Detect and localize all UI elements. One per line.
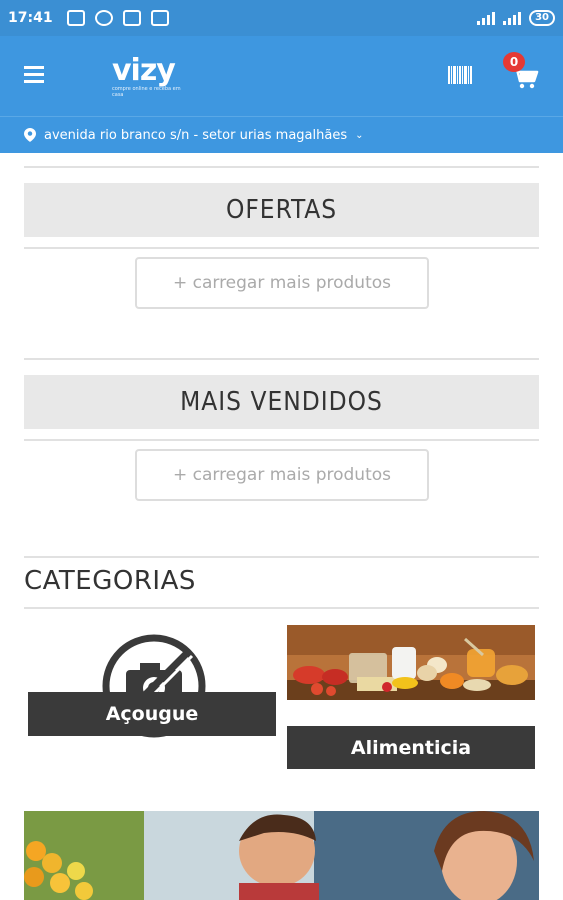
status-notification-icons	[66, 10, 169, 26]
hamburger-icon	[24, 66, 44, 69]
promo-banner-image[interactable]	[24, 811, 539, 900]
cart-count-badge: 0	[503, 52, 525, 72]
divider	[24, 247, 539, 249]
app-logo[interactable]: vizy compre online e receba em casa	[112, 56, 192, 100]
whatsapp-icon	[94, 10, 113, 26]
load-more-mais-vendidos-button[interactable]: + carregar mais produtos	[135, 449, 429, 501]
divider	[24, 166, 539, 168]
image-icon	[150, 10, 169, 26]
status-system-icons: 30	[477, 10, 555, 26]
app-bar: vizy compre online e receba em casa	[0, 36, 563, 116]
hamburger-line	[24, 73, 44, 76]
logo-text: vizy	[112, 53, 176, 88]
divider	[24, 556, 539, 558]
logo-tagline: compre online e receba em casa	[112, 86, 181, 98]
signal-icon	[477, 11, 496, 25]
status-time: 17:41	[8, 10, 53, 26]
notification-icon	[66, 10, 85, 26]
categories-title: CATEGORIAS	[24, 566, 196, 596]
barcode-scan-button[interactable]	[448, 66, 472, 84]
hamburger-line	[24, 80, 44, 83]
status-bar: 17:41 30	[0, 0, 563, 36]
image-icon	[122, 10, 141, 26]
signal-icon	[503, 11, 522, 25]
divider	[24, 439, 539, 441]
divider	[24, 607, 539, 609]
section-title-mais-vendidos: MAIS VENDIDOS	[24, 375, 539, 429]
category-label-alimenticia[interactable]: Alimenticia	[287, 726, 535, 769]
section-title-ofertas: OFERTAS	[24, 183, 539, 237]
chevron-down-icon: ⌄	[355, 129, 364, 141]
category-label-acougue[interactable]: Açougue	[28, 692, 276, 736]
delivery-address-selector[interactable]: avenida rio branco s/n - setor urias mag…	[0, 116, 563, 153]
battery-icon: 30	[529, 10, 555, 26]
divider	[24, 358, 539, 360]
food-category-image	[287, 625, 535, 700]
location-pin-icon	[24, 128, 36, 142]
load-more-ofertas-button[interactable]: + carregar mais produtos	[135, 257, 429, 309]
menu-button[interactable]	[24, 66, 44, 84]
delivery-address: avenida rio branco s/n - setor urias mag…	[44, 127, 348, 143]
